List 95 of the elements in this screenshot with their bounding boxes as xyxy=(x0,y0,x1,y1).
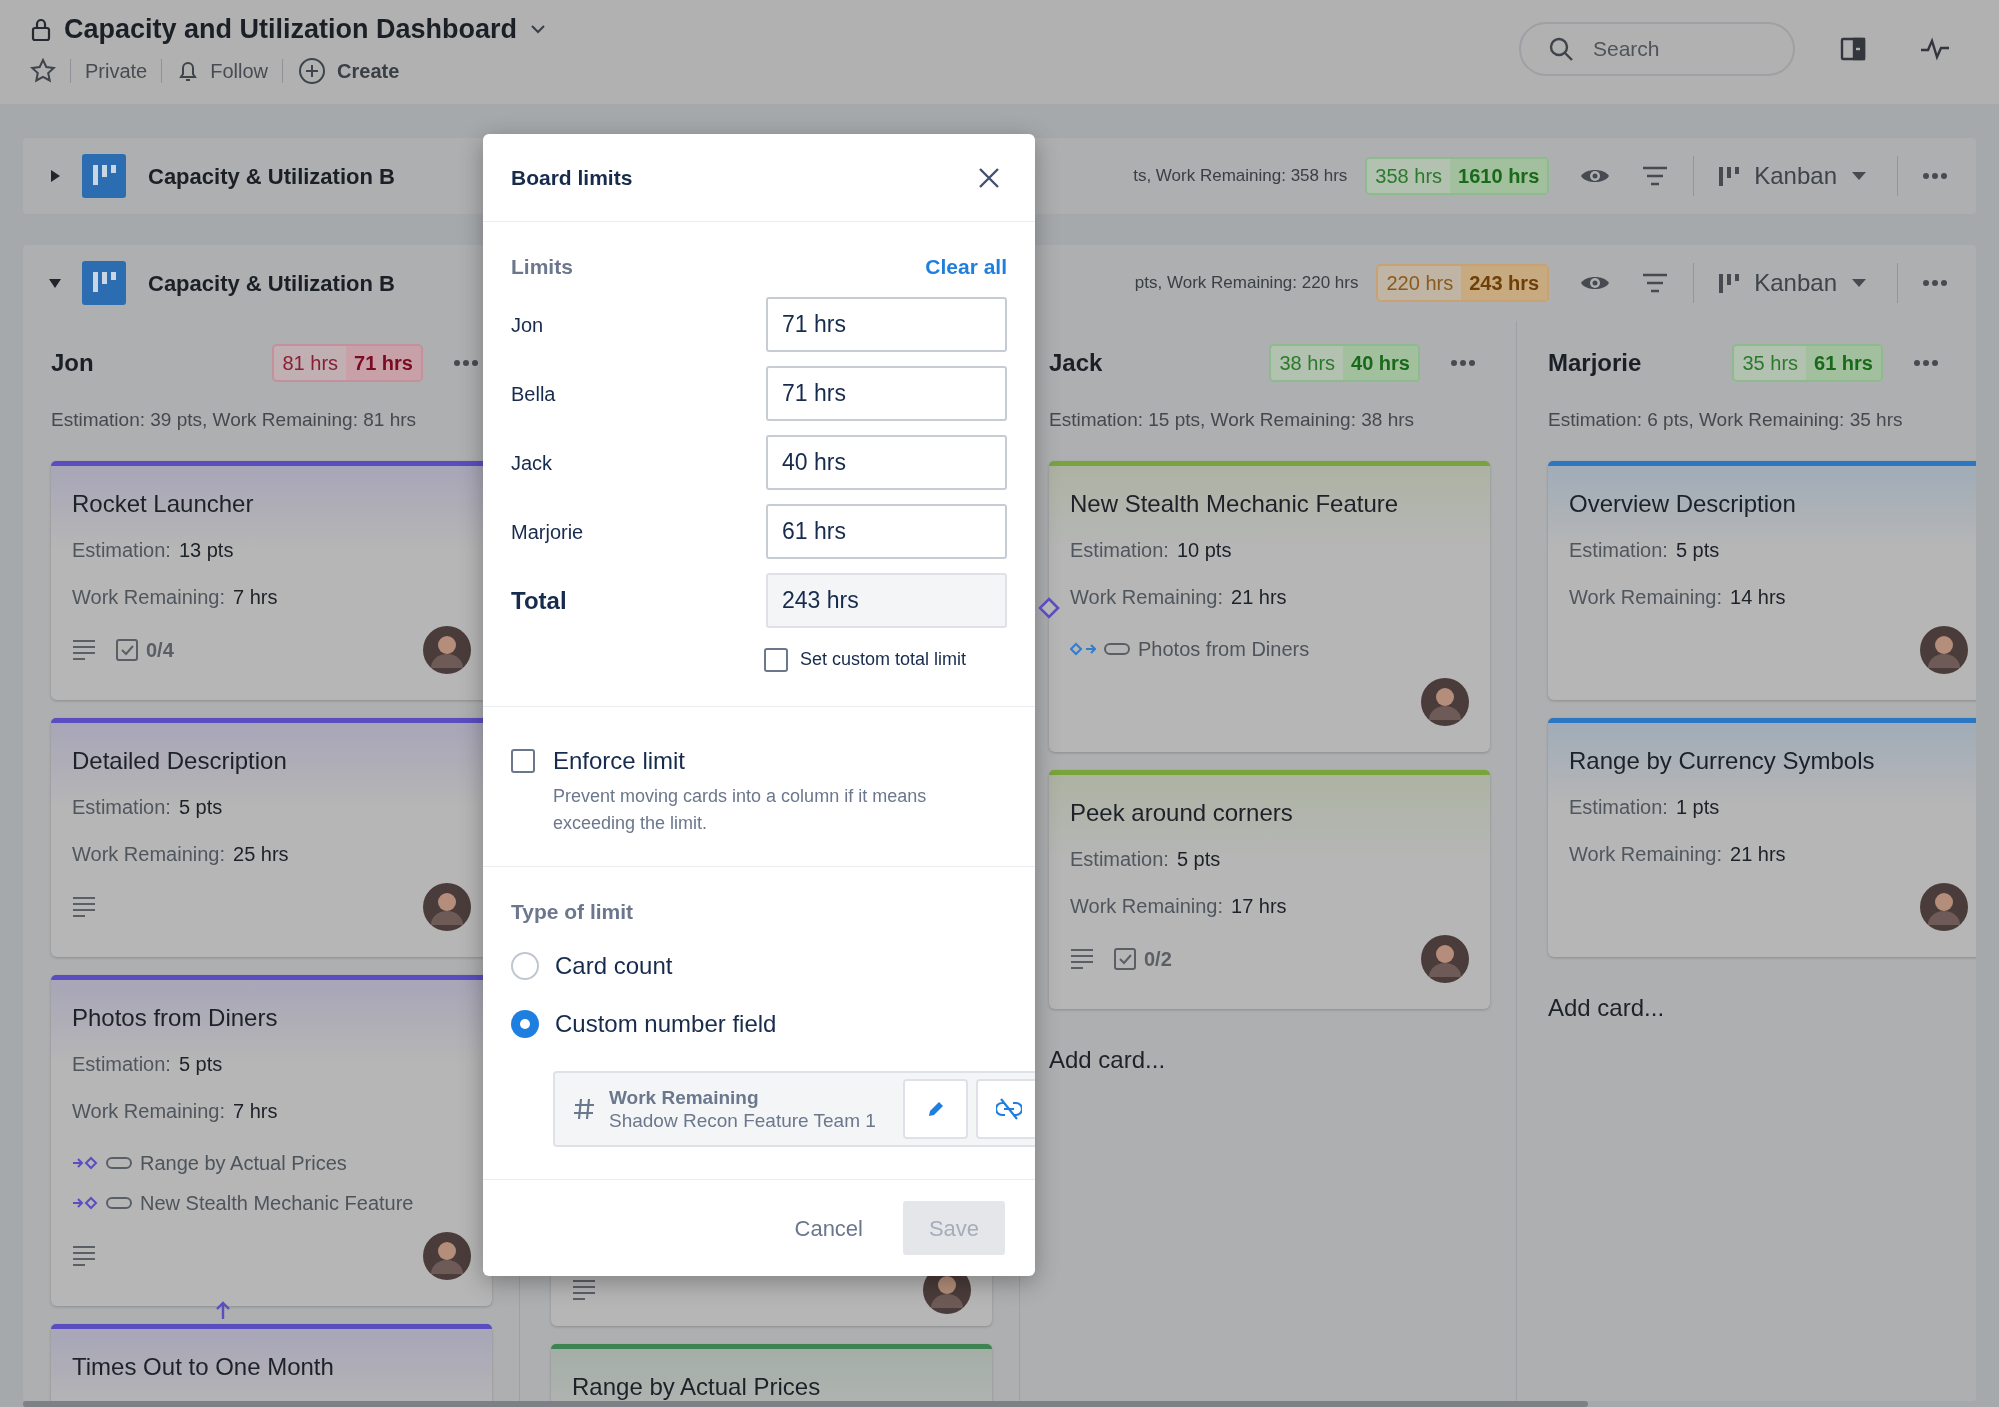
input-field[interactable]: 61 hrs xyxy=(766,504,1007,559)
field-label: Estimation: xyxy=(72,1052,171,1077)
card-title: Range by Currency Symbols xyxy=(1569,747,1876,775)
field-value: 5 pts xyxy=(178,795,223,820)
field-label: Work Remaining: xyxy=(72,585,226,610)
field-label: Estimation: xyxy=(1569,795,1668,820)
checklist-count: 0/4 xyxy=(146,638,174,663)
column-title: Jack xyxy=(1049,348,1104,378)
create-button[interactable]: Create xyxy=(297,56,400,86)
limit-label: Jon xyxy=(511,312,544,338)
field-value: 7 hrs xyxy=(233,585,278,610)
column-title: Jon xyxy=(51,348,95,378)
checkbox-label: Enforce limit xyxy=(553,746,686,776)
linked-card-link[interactable]: Photos from Diners xyxy=(1138,634,1310,664)
column-summary: Estimation: 15 pts, Work Remaining: 38 hrs xyxy=(1049,408,1416,432)
checkbox-label: Set custom total limit xyxy=(800,648,967,671)
radio-label: Card count xyxy=(555,951,673,981)
field-name: Work Remaining xyxy=(609,1086,760,1109)
field-value: 5 pts xyxy=(1675,538,1720,563)
card-title: Overview Description xyxy=(1569,490,1797,518)
limit-badge: 35 hrs 61 hrs xyxy=(1732,344,1883,382)
linked-card-link[interactable]: Range by Actual Prices xyxy=(140,1148,347,1178)
limit-label: Jack xyxy=(511,450,553,476)
field-source: Shadow Recon Feature Team 1 xyxy=(609,1109,876,1132)
add-card-button[interactable]: Add card... xyxy=(1049,1045,1166,1075)
column-summary: Estimation: 39 pts, Work Remaining: 81 hrs xyxy=(51,408,418,432)
limit-badge: 81 hrs 71 hrs xyxy=(272,344,423,382)
card-title: Peek around corners xyxy=(1070,799,1294,827)
card[interactable]: Range by Currency Symbols Estimation: 1 pts Work Remaining: 21 hrs xyxy=(1548,718,1976,957)
card[interactable]: Range by Actual Prices xyxy=(551,1344,992,1401)
limit-label: Bella xyxy=(511,381,556,407)
limit-badge: 38 hrs 40 hrs xyxy=(1269,344,1420,382)
field-label: Work Remaining: xyxy=(1070,585,1224,610)
cancel-button[interactable]: Cancel xyxy=(794,1211,863,1245)
field-value: 25 hrs xyxy=(233,842,289,867)
visibility-label: Private xyxy=(85,59,148,84)
card[interactable]: Photos from Diners Estimation: 5 pts Work Remaining: 7 hrs Range by Actual Prices New Stealth Mechanic Feature xyxy=(51,975,492,1306)
field-value: 14 hrs xyxy=(1730,585,1786,610)
field-value: 21 hrs xyxy=(1730,842,1786,867)
field-value: 17 hrs xyxy=(1231,894,1287,919)
card-title: Times Out to One Month xyxy=(72,1353,335,1381)
card-title: Detailed Description xyxy=(72,747,288,775)
follow-button[interactable]: Follow xyxy=(176,56,269,86)
column-title: Marjorie xyxy=(1548,348,1643,378)
swimlane-summary: pts, Work Remaining: 220 hrs xyxy=(1134,272,1359,295)
field-value: 5 pts xyxy=(178,1052,223,1077)
input-field[interactable]: 40 hrs xyxy=(766,435,1007,490)
field-label: Work Remaining: xyxy=(1569,585,1723,610)
section-label: Type of limit xyxy=(511,899,635,925)
dashboard-title: Capacity and Utilization Dashboard xyxy=(64,13,518,46)
checklist-count: 0/2 xyxy=(1144,947,1172,972)
input-field[interactable]: 71 hrs xyxy=(766,297,1007,352)
section-label: Limits xyxy=(511,254,573,280)
field-label: Estimation: xyxy=(72,795,171,820)
limit-badge: 220 hrs 243 hrs xyxy=(1376,264,1550,302)
field-label: Estimation: xyxy=(72,538,171,563)
add-card-button[interactable]: Add card... xyxy=(1548,993,1665,1023)
field-label: Work Remaining: xyxy=(72,842,226,867)
card[interactable]: Overview Description Estimation: 5 pts Work Remaining: 14 hrs xyxy=(1548,461,1976,700)
field-value: 5 pts xyxy=(1176,847,1221,872)
field-label: Estimation: xyxy=(1070,847,1169,872)
field-label: Work Remaining: xyxy=(1569,842,1723,867)
search-field[interactable]: Search xyxy=(1519,22,1795,76)
swimlane-title: Capacity & Utilization B xyxy=(148,269,395,298)
field-value: 7 hrs xyxy=(233,1099,278,1124)
card-title: Photos from Diners xyxy=(72,1004,279,1032)
limit-label: Marjorie xyxy=(511,519,584,545)
total-label: Total xyxy=(511,585,567,616)
card-title: Range by Actual Prices xyxy=(572,1373,822,1401)
clear-all-link[interactable]: Clear all xyxy=(925,252,1007,282)
total-field[interactable]: 243 hrs xyxy=(766,573,1007,628)
field-label: Estimation: xyxy=(1569,538,1668,563)
swimlane-title: Capacity & Utilization B xyxy=(148,162,395,191)
view-dropdown[interactable]: Kanban xyxy=(1718,158,1867,194)
view-dropdown[interactable]: Kanban xyxy=(1718,265,1867,301)
help-text: Prevent moving cards into a column if it means exceeding the limit. xyxy=(553,785,928,835)
limit-badge: 358 hrs 1610 hrs xyxy=(1365,157,1550,195)
dialog-title: Board limits xyxy=(511,164,633,191)
field-value: 10 pts xyxy=(1176,538,1232,563)
card[interactable]: Times Out to One Month xyxy=(51,1324,492,1401)
field-value: 1 pts xyxy=(1675,795,1720,820)
card[interactable]: New Stealth Mechanic Feature Estimation: 10 pts Work Remaining: 21 hrs Photos from Diners xyxy=(1049,461,1490,752)
field-label: Estimation: xyxy=(1070,538,1169,563)
radio-label: Custom number field xyxy=(555,1009,777,1039)
input-field[interactable]: 71 hrs xyxy=(766,366,1007,421)
card-title: Rocket Launcher xyxy=(72,490,255,518)
card-title: New Stealth Mechanic Feature xyxy=(1070,490,1400,518)
swimlane-summary: ts, Work Remaining: 358 hrs xyxy=(1133,165,1348,188)
field-label: Work Remaining: xyxy=(72,1099,226,1124)
card[interactable]: Peek around corners Estimation: 5 pts Work Remaining: 17 hrs 0/2 xyxy=(1049,770,1490,1009)
column-summary: Estimation: 6 pts, Work Remaining: 35 hrs xyxy=(1548,408,1904,432)
field-value: 13 pts xyxy=(178,538,234,563)
linked-card-link[interactable]: New Stealth Mechanic Feature xyxy=(140,1188,414,1218)
field-label: Work Remaining: xyxy=(1070,894,1224,919)
field-value: 21 hrs xyxy=(1231,585,1287,610)
